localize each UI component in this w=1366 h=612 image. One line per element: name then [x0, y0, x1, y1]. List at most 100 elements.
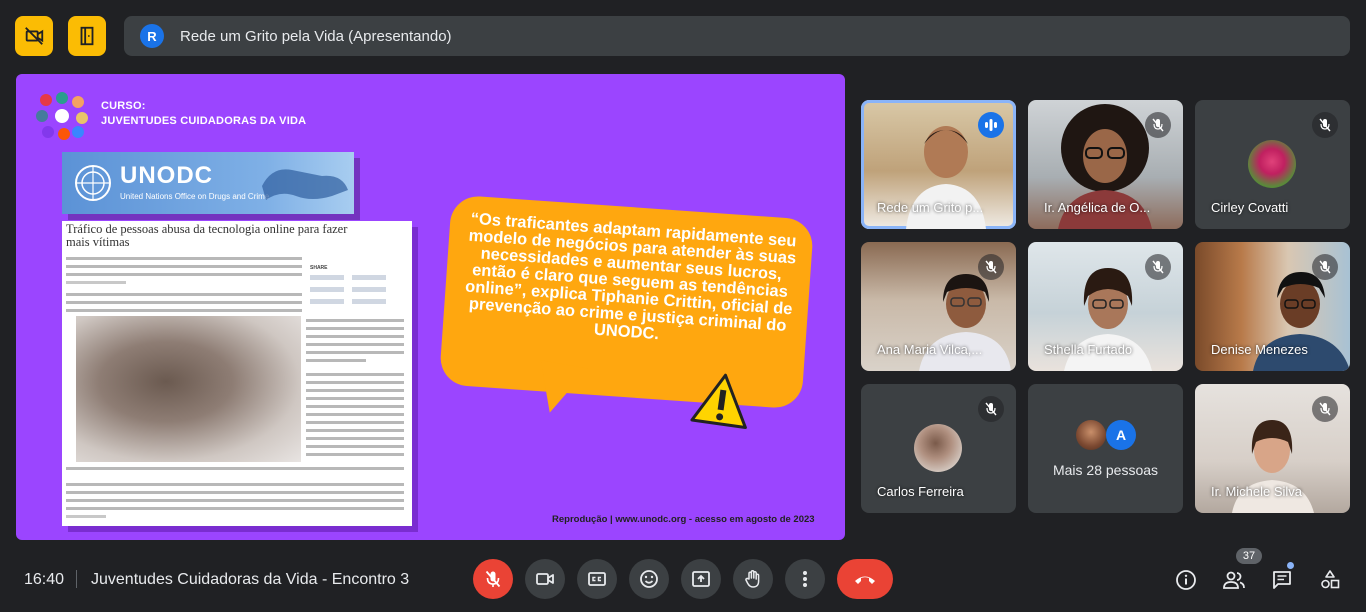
article-text-line [306, 351, 404, 354]
call-end-icon [855, 576, 875, 584]
article-text-line [66, 309, 302, 312]
people-count-badge: 37 [1236, 548, 1262, 564]
mic-off-indicator [1312, 254, 1338, 280]
share-link [310, 287, 344, 292]
participant-avatar [1248, 140, 1296, 188]
mic-off-icon [985, 260, 997, 274]
mic-toggle-button[interactable] [473, 559, 513, 599]
chat-notification-dot [1287, 562, 1294, 569]
mic-off-indicator [1145, 254, 1171, 280]
article-text-line [66, 515, 106, 518]
article-text-line [306, 429, 404, 432]
mic-off-indicator [1312, 396, 1338, 422]
article-text-line [306, 319, 404, 322]
unodc-banner: UNODC United Nations Office on Drugs and… [62, 152, 354, 214]
reactions-button[interactable] [629, 559, 669, 599]
share-link [310, 275, 344, 280]
article-text-line [306, 343, 404, 346]
presenter-avatar: R [140, 24, 164, 48]
emoji-icon [640, 570, 658, 588]
shapes-icon [1321, 570, 1340, 589]
more-participants-tile[interactable]: A Mais 28 pessoas [1028, 384, 1183, 513]
article-text-line [306, 389, 404, 392]
camera-off-button[interactable] [15, 16, 53, 56]
leave-call-button[interactable] [837, 559, 893, 599]
article-text-line [66, 499, 404, 502]
raise-hand-button[interactable] [733, 559, 773, 599]
article-text-line [66, 507, 404, 510]
mic-off-icon [1152, 260, 1164, 274]
unodc-title: UNODC [120, 162, 213, 189]
article-text-line [306, 381, 404, 384]
meeting-info-button[interactable] [1171, 565, 1201, 595]
info-icon [1176, 570, 1196, 590]
divider [76, 570, 77, 588]
article-text-line [306, 453, 404, 456]
mic-off-indicator [1312, 112, 1338, 138]
article-text-line [66, 265, 302, 268]
chat-button[interactable] [1267, 565, 1297, 595]
participant-name: Ir. Angélica de O... [1044, 200, 1151, 215]
more-options-button[interactable] [785, 559, 825, 599]
participant-tile[interactable]: Carlos Ferreira [861, 384, 1016, 513]
mic-off-icon [1319, 402, 1331, 416]
activities-button[interactable] [1315, 565, 1345, 595]
article-text-line [66, 273, 302, 276]
presenter-bar[interactable]: R Rede um Grito pela Vida (Apresentando) [124, 16, 1350, 56]
participant-tile[interactable]: Ir. Michele Silva [1195, 384, 1350, 513]
course-logo [36, 92, 88, 140]
participant-name: Cirley Covatti [1211, 200, 1289, 215]
no-video-icon [25, 27, 44, 45]
mic-off-indicator [978, 254, 1004, 280]
quote-bubble-tail [532, 360, 588, 418]
article-text-line [66, 301, 302, 304]
world-map-graphic [262, 169, 348, 200]
course-name: JUVENTUDES CUIDADORAS DA VIDA [101, 115, 307, 127]
participant-tile[interactable]: Ir. Angélica de O... [1028, 100, 1183, 229]
participant-initial-avatar: A [1106, 420, 1136, 450]
participant-tile[interactable]: Sthella Furtado [1028, 242, 1183, 371]
participant-name: Rede um Grito p... [877, 200, 984, 215]
article-text-line [306, 335, 404, 338]
article-text-line [306, 373, 404, 376]
presenter-label: Rede um Grito pela Vida (Apresentando) [180, 27, 452, 45]
chat-icon [1273, 571, 1291, 589]
leave-door-button[interactable] [68, 16, 106, 56]
mic-off-icon [1152, 118, 1164, 132]
article-text-line [306, 405, 404, 408]
un-emblem-icon [75, 165, 111, 201]
people-button[interactable] [1219, 565, 1249, 595]
video-camera-icon [536, 573, 554, 585]
share-link [352, 299, 386, 304]
article-text-line [306, 413, 404, 416]
mic-off-icon [985, 402, 997, 416]
article-text-line [66, 257, 302, 260]
closed-captions-icon [588, 572, 606, 586]
share-link [352, 275, 386, 280]
camera-toggle-button[interactable] [525, 559, 565, 599]
participant-avatar [914, 424, 962, 472]
mic-off-icon [1319, 260, 1331, 274]
participant-tile[interactable]: Denise Menezes [1195, 242, 1350, 371]
article-text-line [66, 293, 302, 296]
article-text-line [306, 421, 404, 424]
captions-button[interactable] [577, 559, 617, 599]
article-text-line [306, 397, 404, 400]
warning-icon [690, 373, 747, 430]
mic-off-icon [1319, 118, 1331, 132]
present-screen-button[interactable] [681, 559, 721, 599]
more-vert-icon [803, 571, 807, 587]
hand-icon [745, 570, 760, 588]
meeting-clock: 16:40 [24, 571, 65, 588]
participant-tile[interactable]: Rede um Grito p... [861, 100, 1016, 229]
course-tag: CURSO: JUVENTUDES CUIDADORAS DA VIDA [101, 99, 306, 129]
article-photo [76, 316, 301, 462]
speaking-indicator [978, 112, 1004, 138]
participant-name: Sthella Furtado [1044, 342, 1133, 357]
slide-credit: Reprodução | www.unodc.org - acesso em a… [552, 514, 815, 525]
meeting-title: Juventudes Cuidadoras da Vida - Encontro… [91, 571, 410, 588]
course-label: CURSO: [101, 100, 146, 112]
participant-tile[interactable]: Ana Maria Vilca,... [861, 242, 1016, 371]
mic-off-indicator [978, 396, 1004, 422]
participant-tile[interactable]: Cirley Covatti [1195, 100, 1350, 229]
